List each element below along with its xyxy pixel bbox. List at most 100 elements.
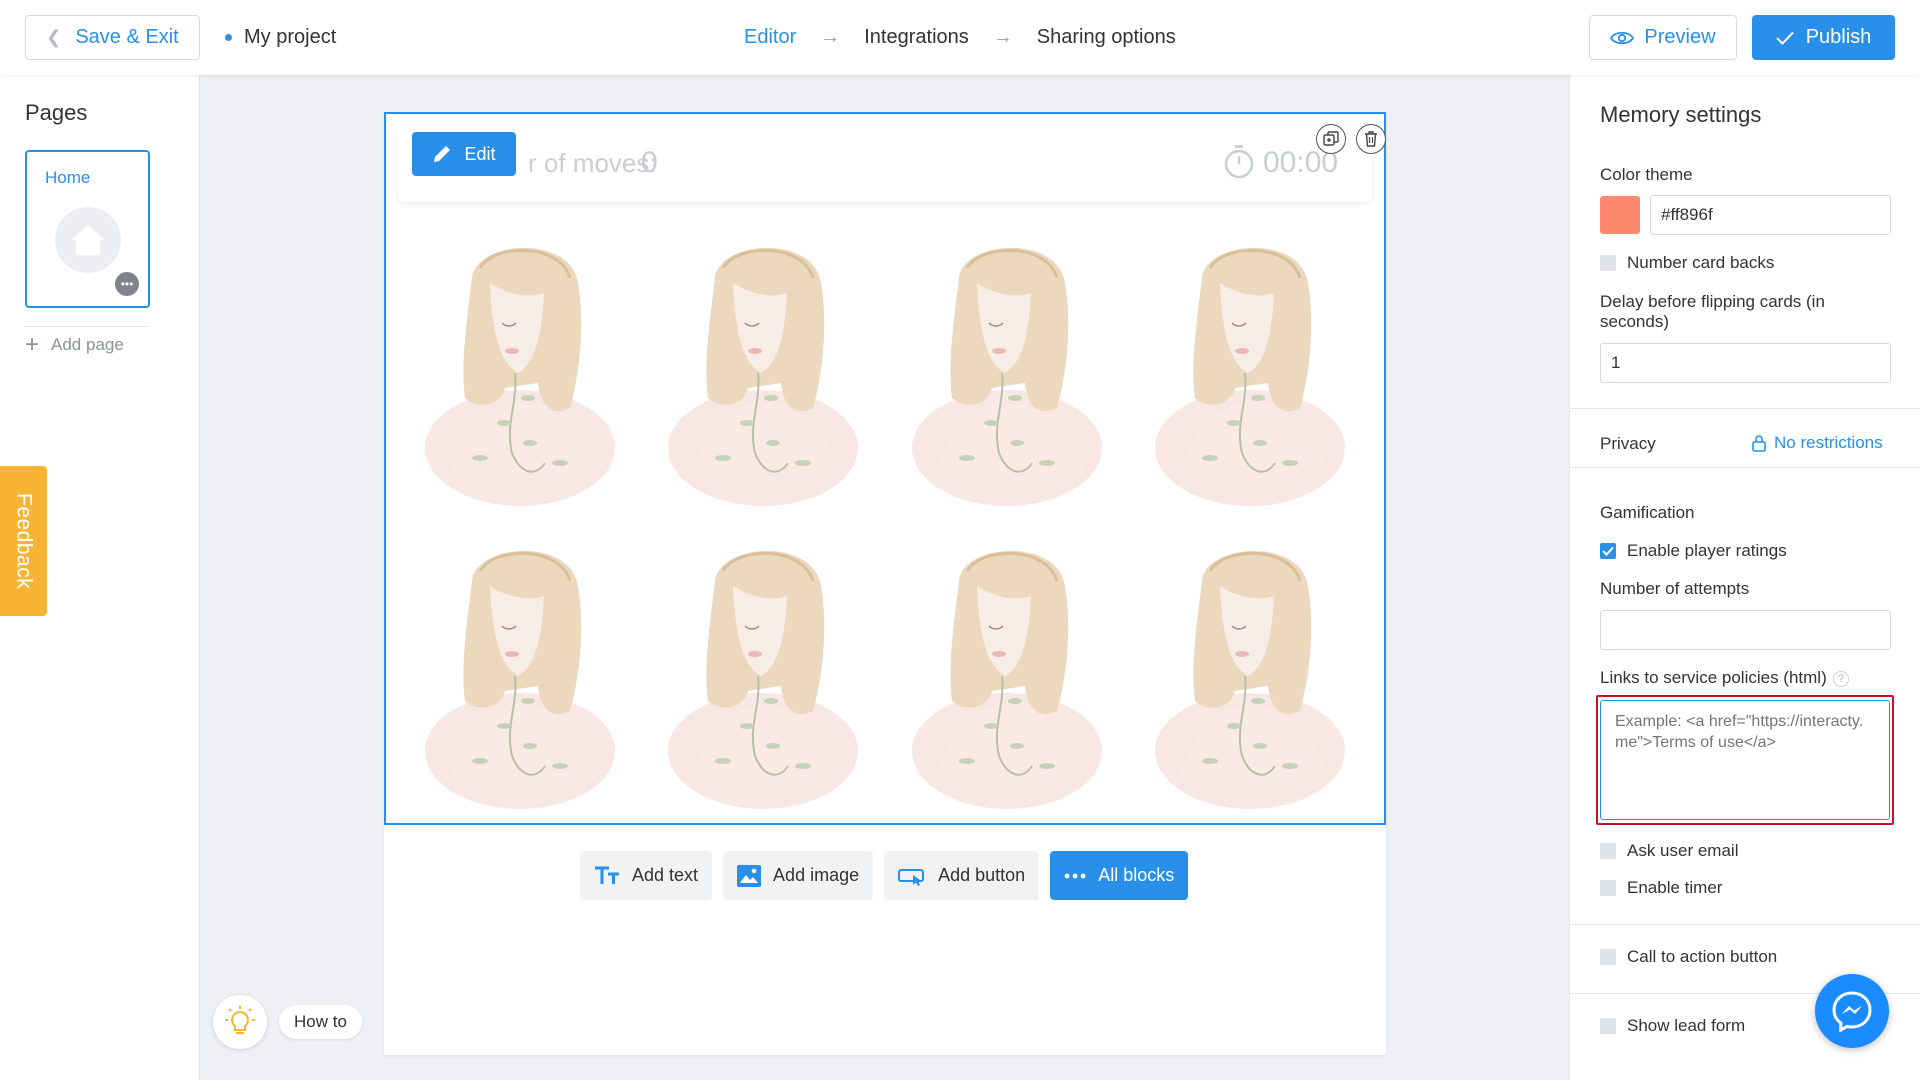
moves-value: 0	[641, 146, 658, 179]
memory-card[interactable]	[885, 220, 1129, 515]
step-sharing-options[interactable]: Sharing options	[1037, 26, 1176, 49]
more-icon	[1064, 873, 1086, 878]
publish-label: Publish	[1805, 26, 1872, 48]
feedback-label: Feedback	[12, 492, 36, 590]
moves-label: r of moves:	[528, 148, 657, 178]
checkbox-checked-icon	[1600, 543, 1616, 559]
lightbulb-icon	[213, 995, 267, 1049]
number-card-backs-label: Number card backs	[1627, 253, 1775, 272]
gamification-label: Gamification	[1600, 503, 1695, 522]
pencil-icon	[434, 146, 451, 162]
privacy-link[interactable]: No restrictions	[1752, 433, 1883, 453]
all-blocks-button[interactable]: All blocks	[1050, 851, 1189, 900]
memory-card[interactable]	[1129, 220, 1373, 515]
enable-timer-label: Enable timer	[1627, 878, 1723, 897]
show-lead-form-label: Show lead form	[1627, 1016, 1746, 1035]
number-card-backs-checkbox[interactable]: Number card backs	[1600, 253, 1774, 273]
pages-title: Pages	[25, 100, 88, 125]
add-page-button[interactable]: + Add page	[25, 333, 124, 357]
duplicate-block-icon[interactable]	[1316, 124, 1346, 154]
page-more-options-icon[interactable]: •••	[115, 272, 139, 296]
attempts-input[interactable]	[1600, 610, 1891, 650]
checkbox-unchecked-icon	[1600, 880, 1616, 896]
privacy-label: Privacy	[1600, 434, 1656, 453]
delay-input[interactable]: 1	[1600, 343, 1891, 383]
policies-label-text: Links to service policies (html)	[1600, 668, 1827, 687]
divider	[25, 326, 148, 327]
all-blocks-label: All blocks	[1098, 865, 1175, 885]
portrait-illustration-icon	[424, 550, 615, 809]
color-theme-label: Color theme	[1600, 165, 1693, 184]
arrow-right-icon: →	[820, 26, 841, 48]
add-text-label: Add text	[632, 865, 699, 885]
messenger-chat-icon[interactable]	[1815, 974, 1889, 1048]
edit-block-button[interactable]: Edit	[412, 132, 516, 176]
publish-button[interactable]: Publish	[1752, 15, 1895, 60]
checkmark-icon	[1775, 31, 1794, 45]
step-editor[interactable]: Editor	[744, 26, 796, 49]
project-name[interactable]: My project	[225, 26, 336, 49]
settings-title: Memory settings	[1600, 102, 1762, 127]
policies-textarea[interactable]	[1600, 700, 1890, 820]
portrait-illustration-icon	[668, 550, 859, 809]
eye-icon	[1610, 31, 1635, 44]
call-to-action-label: Call to action button	[1627, 947, 1778, 966]
checkbox-unchecked-icon	[1600, 949, 1616, 965]
feedback-tab[interactable]: Feedback	[0, 466, 47, 616]
lock-icon	[1752, 435, 1766, 452]
add-button-button[interactable]: Add button	[884, 851, 1040, 900]
game-header: r of moves: 0 00:00	[398, 126, 1372, 202]
checkbox-unchecked-icon	[1600, 255, 1616, 271]
enable-player-ratings-label: Enable player ratings	[1627, 541, 1787, 560]
help-icon[interactable]: ?	[1832, 670, 1849, 687]
how-to-label: How to	[279, 1005, 362, 1039]
call-to-action-checkbox[interactable]: Call to action button	[1600, 947, 1777, 967]
memory-card[interactable]	[642, 220, 886, 515]
enable-timer-checkbox[interactable]: Enable timer	[1600, 878, 1722, 898]
how-to-helper[interactable]: How to	[213, 995, 362, 1049]
memory-card[interactable]	[885, 523, 1129, 818]
save-exit-label: Save & Exit	[75, 26, 179, 48]
home-icon	[55, 207, 121, 273]
portrait-illustration-icon	[1155, 247, 1346, 506]
page-thumbnail-home[interactable]: Home •••	[25, 150, 150, 308]
add-image-button[interactable]: Add image	[723, 851, 874, 900]
step-navigation: Editor → Integrations → Sharing options	[744, 26, 1176, 49]
divider	[1570, 924, 1920, 925]
delete-block-icon[interactable]	[1356, 124, 1386, 154]
button-icon	[898, 868, 925, 886]
delay-label: Delay before flipping cards (in seconds)	[1600, 292, 1825, 331]
enable-player-ratings-checkbox[interactable]: Enable player ratings	[1600, 541, 1787, 561]
memory-card[interactable]	[642, 523, 886, 818]
memory-card[interactable]	[398, 523, 642, 818]
memory-card[interactable]	[1129, 523, 1373, 818]
project-name-label: My project	[244, 26, 337, 48]
card-grid	[398, 220, 1372, 818]
settings-panel: Memory settings Color theme #ff896f Numb…	[1569, 75, 1920, 1080]
ask-user-email-checkbox[interactable]: Ask user email	[1600, 841, 1738, 861]
divider	[1570, 467, 1920, 468]
divider	[1570, 408, 1920, 409]
show-lead-form-checkbox[interactable]: Show lead form	[1600, 1016, 1745, 1036]
color-hex-input[interactable]: #ff896f	[1650, 195, 1891, 235]
page-label: Home	[45, 168, 91, 187]
memory-game-block[interactable]: r of moves: 0 00:00 Edit	[384, 112, 1386, 825]
checkbox-unchecked-icon	[1600, 843, 1616, 859]
color-swatch[interactable]	[1600, 196, 1640, 234]
edit-label: Edit	[464, 143, 496, 164]
portrait-illustration-icon	[1155, 550, 1346, 809]
add-button-label: Add button	[938, 865, 1026, 885]
top-bar: ❮ Save & Exit My project Editor → Integr…	[0, 0, 1920, 75]
plus-icon: +	[25, 331, 40, 358]
memory-card[interactable]	[398, 220, 642, 515]
save-exit-button[interactable]: ❮ Save & Exit	[25, 15, 200, 60]
portrait-illustration-icon	[668, 247, 859, 506]
arrow-right-icon: →	[992, 26, 1013, 48]
add-text-button[interactable]: Add text	[580, 851, 713, 900]
portrait-illustration-icon	[911, 550, 1102, 809]
step-integrations[interactable]: Integrations	[864, 26, 969, 49]
preview-button[interactable]: Preview	[1589, 15, 1737, 60]
attempts-label: Number of attempts	[1600, 579, 1750, 598]
privacy-value: No restrictions	[1774, 433, 1883, 452]
ask-user-email-label: Ask user email	[1627, 841, 1739, 860]
